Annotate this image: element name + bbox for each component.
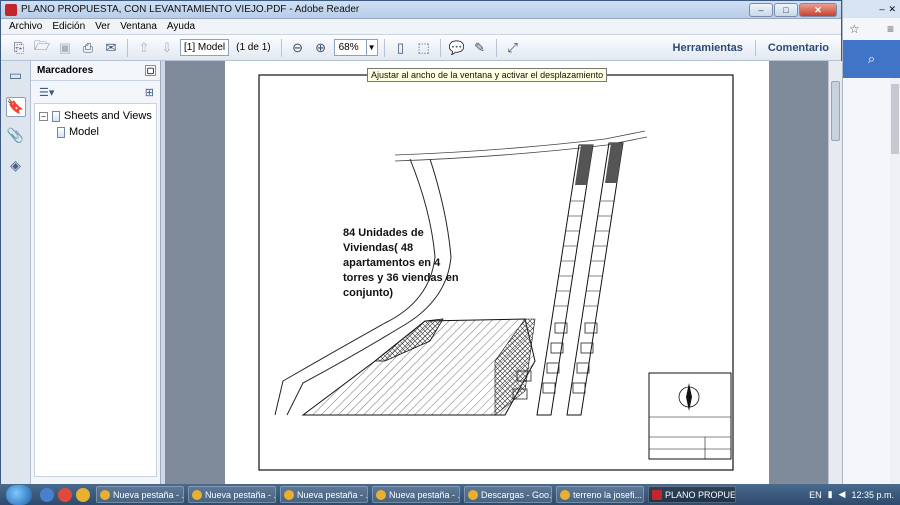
network-icon[interactable]: ▮	[828, 489, 833, 500]
chrome-icon	[284, 489, 294, 500]
taskbar-item[interactable]: terreno la josefi...	[556, 486, 644, 503]
page-count: (1 de 1)	[236, 42, 271, 53]
language-indicator[interactable]: EN	[809, 490, 822, 500]
star-icon[interactable]: ☆	[849, 22, 860, 36]
bookmarks-toolbar: ☰▾ ⊞	[31, 81, 160, 103]
new-bookmark-icon[interactable]: ⊞	[145, 86, 154, 99]
housing-strip-1	[536, 144, 594, 416]
browser-scrollbar[interactable]	[890, 78, 900, 484]
quick-launch	[40, 487, 90, 502]
next-page-icon[interactable]: ⇩	[157, 38, 177, 58]
fit-page-icon[interactable]: ▯	[391, 38, 411, 58]
document-viewport	[165, 61, 828, 485]
fit-width-icon[interactable]: ⬚	[414, 38, 434, 58]
menu-bar: Archivo Edición Ver Ventana Ayuda	[1, 19, 841, 35]
layers-icon[interactable]: ◈	[6, 157, 26, 177]
image-icon	[560, 489, 570, 500]
pdf-icon	[5, 3, 17, 16]
zoom-out-icon[interactable]: ⊖	[288, 38, 308, 58]
title-block	[648, 372, 732, 460]
close-button[interactable]: ✕	[799, 2, 837, 17]
pdf-icon	[652, 489, 662, 500]
options-icon[interactable]: ☰▾	[39, 86, 54, 99]
pdf-page	[225, 61, 769, 485]
clock[interactable]: 12:35 p.m.	[851, 490, 894, 500]
system-tray: EN ▮ ◀ 12:35 p.m.	[809, 489, 900, 500]
browser-close-icon[interactable]: ✕	[888, 4, 896, 15]
previous-page-icon[interactable]: ⇧	[134, 38, 154, 58]
zoom-in-icon[interactable]: ⊕	[311, 38, 331, 58]
start-button[interactable]	[6, 484, 32, 505]
chrome-icon	[376, 489, 386, 500]
bookmark-tree: − Sheets and Views Model	[34, 103, 157, 477]
fit-width-tooltip: Ajustar al ancho de la ventana y activar…	[367, 68, 608, 82]
document-scrollbar[interactable]	[828, 61, 842, 485]
page-thumbnails-icon[interactable]: ▭	[6, 67, 26, 87]
highlight-icon[interactable]: ✎	[470, 38, 490, 58]
create-pdf-icon[interactable]: ⎘	[9, 38, 29, 58]
taskbar-item[interactable]: Nueva pestaña - ...	[372, 486, 460, 503]
folder-icon[interactable]	[76, 487, 90, 502]
page-number-field[interactable]: [1] Model	[180, 39, 230, 56]
bookmarks-icon[interactable]: 🔖	[5, 97, 26, 117]
windows-taskbar: Nueva pestaña - ... Nueva pestaña - ... …	[0, 484, 900, 505]
menu-edicion[interactable]: Edición	[52, 21, 85, 32]
bookmark-icon	[57, 126, 65, 138]
minimize-button[interactable]: –	[749, 2, 773, 17]
menu-icon[interactable]: ≡	[887, 22, 894, 36]
chrome-icon	[468, 489, 478, 500]
volume-icon[interactable]: ◀	[839, 489, 846, 500]
adobe-reader-window: PLANO PROPUESTA, CON LEVANTAMIENTO VIEJO…	[0, 0, 842, 485]
comment-icon[interactable]: 💬	[447, 38, 467, 58]
menu-ventana[interactable]: Ventana	[120, 21, 157, 32]
title-bar: PLANO PROPUESTA, CON LEVANTAMIENTO VIEJO…	[1, 1, 841, 19]
bookmarks-panel: Marcadores ▢ ☰▾ ⊞ − Sheets and Views Mod…	[31, 61, 161, 485]
taskbar-item-active[interactable]: PLANO PROPUE...	[648, 486, 736, 503]
email-icon[interactable]: ✉	[101, 38, 121, 58]
bookmarks-header: Marcadores ▢	[31, 61, 160, 81]
chrome-icon	[100, 489, 110, 500]
taskbar-item[interactable]: Nueva pestaña - ...	[96, 486, 184, 503]
bookmark-icon	[52, 110, 60, 122]
collapse-icon[interactable]: −	[39, 111, 48, 121]
zoom-value: 68%	[338, 42, 359, 53]
print-icon[interactable]: ⎙	[78, 38, 98, 58]
chrome-icon[interactable]	[58, 487, 72, 502]
menu-archivo[interactable]: Archivo	[9, 21, 42, 32]
menu-ver[interactable]: Ver	[95, 21, 110, 32]
menu-ayuda[interactable]: Ayuda	[167, 21, 195, 32]
browser-minimize-icon[interactable]: –	[879, 4, 884, 14]
comment-link[interactable]: Comentario	[768, 42, 829, 54]
bookmark-label[interactable]: Sheets and Views	[64, 110, 152, 122]
housing-units-annotation: 84 Unidades de Viviendas( 48 apartamento…	[343, 227, 459, 299]
site-plan-drawing	[258, 74, 734, 471]
window-title: PLANO PROPUESTA, CON LEVANTAMIENTO VIEJO…	[21, 4, 360, 15]
bookmark-label[interactable]: Model	[69, 126, 99, 138]
scrollbar-thumb[interactable]	[831, 81, 840, 141]
open-icon[interactable]: 🗁	[32, 38, 52, 58]
chrome-icon	[192, 489, 202, 500]
toolbar: ⎘ 🗁 ▣ ⎙ ✉ ⇧ ⇩ [1] Model (1 de 1) ⊖ ⊕ 68%…	[1, 35, 841, 61]
search-icon: ⌕	[867, 51, 876, 66]
show-desktop-icon[interactable]	[40, 487, 54, 502]
bookmark-item[interactable]: − Sheets and Views	[39, 108, 152, 124]
save-icon[interactable]: ▣	[55, 38, 75, 58]
read-mode-icon[interactable]: ⤢	[503, 38, 523, 58]
taskbar-item[interactable]: Nueva pestaña - ...	[280, 486, 368, 503]
tools-link[interactable]: Herramientas	[673, 42, 743, 54]
maximize-button[interactable]: □	[774, 2, 798, 17]
navigation-pane: ▭ 🔖 📎 ◈	[1, 61, 31, 485]
background-browser-window: – ✕ ☆ ≡ ⌕	[842, 0, 900, 484]
panel-close-icon[interactable]: ▢	[145, 65, 156, 76]
zoom-field[interactable]: 68% ▼	[333, 39, 378, 56]
zoom-dropdown-icon[interactable]: ▼	[365, 40, 377, 55]
bookmarks-title: Marcadores	[37, 65, 94, 76]
taskbar-item[interactable]: Nueva pestaña - ...	[188, 486, 276, 503]
search-button[interactable]: ⌕	[843, 40, 900, 78]
attachments-icon[interactable]: 📎	[6, 127, 26, 147]
bookmark-item[interactable]: Model	[39, 124, 152, 140]
taskbar-item[interactable]: Descargas - Goo...	[464, 486, 552, 503]
